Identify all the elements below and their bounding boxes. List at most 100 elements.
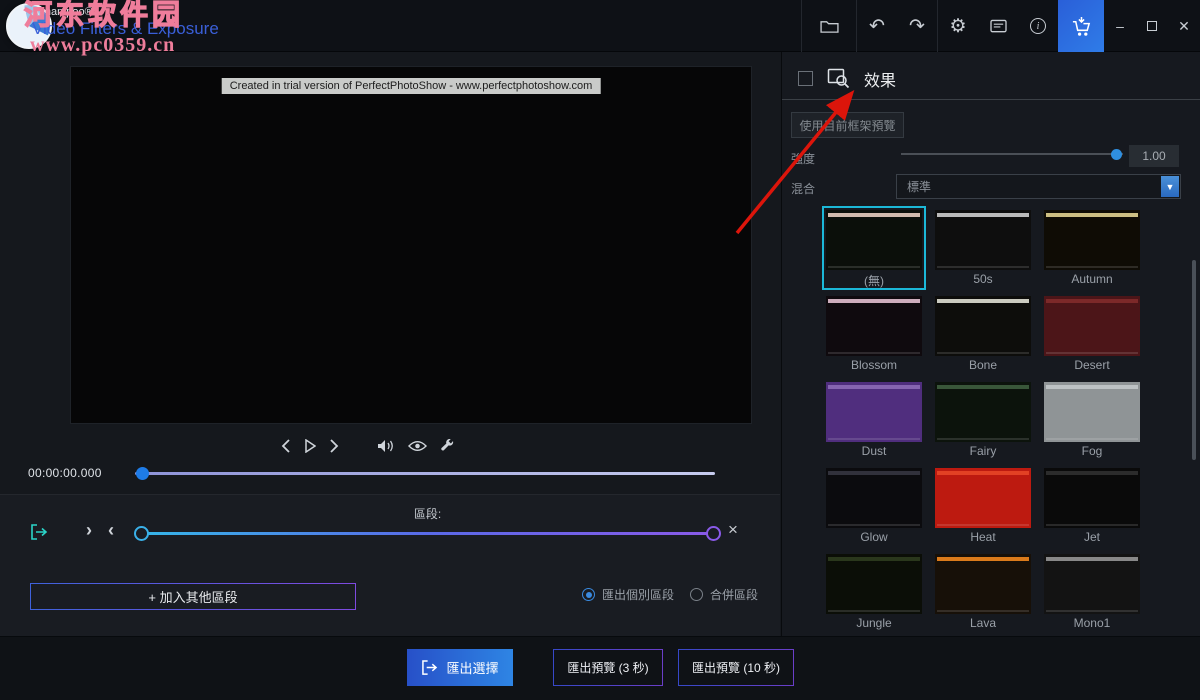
effect-thumbnail (826, 382, 922, 442)
seek-thumb[interactable] (136, 467, 149, 480)
effect-label: Fog (1044, 444, 1140, 458)
note-icon (990, 19, 1007, 34)
strength-slider[interactable] (901, 146, 1123, 162)
effect-item[interactable]: Dust (822, 378, 926, 462)
footer-bar: 匯出選擇 匯出預覽 (3 秒) 匯出預覽 (10 秒) (0, 636, 1200, 700)
maximize-icon (1147, 21, 1157, 31)
play-button[interactable] (304, 439, 316, 453)
effects-scrollbar[interactable] (1192, 260, 1196, 460)
effect-label: Glow (826, 530, 922, 544)
effect-thumbnail (1044, 382, 1140, 442)
use-current-frame-button[interactable]: 使用目前框架預覽 (791, 112, 904, 138)
effect-label: Desert (1044, 358, 1140, 372)
redo-button[interactable]: ↷ (897, 0, 937, 52)
effect-item[interactable]: Desert (1040, 292, 1144, 376)
volume-button[interactable] (377, 439, 395, 453)
settings-button[interactable]: ⚙ (938, 0, 978, 52)
effects-enable-checkbox[interactable] (798, 71, 813, 86)
effects-panel-header: 效果 (782, 58, 1200, 100)
segments-title: 區段: (135, 505, 720, 522)
radio-dot-icon (582, 588, 595, 601)
info-icon: i (1030, 18, 1046, 34)
trial-banner: Created in trial version of PerfectPhoto… (222, 78, 601, 94)
blend-select[interactable]: 標準 ▼ (896, 174, 1181, 199)
radio-export-individual[interactable]: 匯出個別區段 (582, 586, 674, 603)
export-preview-3s-button[interactable]: 匯出預覽 (3 秒) (553, 649, 663, 686)
effect-label: Blossom (826, 358, 922, 372)
effect-item[interactable]: Fog (1040, 378, 1144, 462)
info-button[interactable]: i (1018, 0, 1058, 52)
effects-panel: 效果 使用目前框架預覽 強度 1.00 混合 標準 ▼ (無) (781, 52, 1200, 636)
effect-label: Bone (935, 358, 1031, 372)
export-selection-button[interactable]: 匯出選擇 (407, 649, 513, 686)
effect-item[interactable]: Jungle (822, 550, 926, 634)
maximize-button[interactable] (1136, 0, 1168, 52)
undo-icon: ↶ (869, 15, 885, 38)
redo-icon: ↷ (909, 15, 925, 38)
effect-item[interactable]: 50s (931, 206, 1035, 290)
effect-label: 50s (935, 272, 1031, 286)
effect-item[interactable]: Blossom (822, 292, 926, 376)
store-cart-button[interactable] (1058, 0, 1104, 52)
export-preview-10s-button[interactable]: 匯出預覽 (10 秒) (678, 649, 794, 686)
chevron-right-icon: › (86, 520, 92, 540)
effect-label: Jungle (826, 616, 922, 630)
close-button[interactable]: ✕ (1168, 0, 1200, 52)
effect-item[interactable]: Glow (822, 464, 926, 548)
radio-merge-segments[interactable]: 合併區段 (690, 586, 758, 603)
add-segment-button[interactable]: + 加入其他區段 (30, 583, 356, 610)
effects-panel-title: 效果 (864, 67, 896, 91)
effect-thumbnail (826, 210, 922, 270)
seek-slider[interactable] (135, 466, 715, 481)
effect-item[interactable]: Fairy (931, 378, 1035, 462)
effect-thumb-strip (1046, 471, 1138, 475)
strength-thumb[interactable] (1111, 149, 1122, 160)
effect-preview-icon (827, 68, 850, 89)
trim-in-button[interactable]: › (86, 521, 92, 539)
effect-item[interactable]: (無) (822, 206, 926, 290)
effect-thumb-strip (937, 213, 1029, 217)
effect-thumb-strip (828, 385, 920, 389)
remove-segment-button[interactable]: × (728, 521, 738, 538)
video-preview: Created in trial version of PerfectPhoto… (70, 66, 752, 424)
segment-range-slider[interactable] (135, 525, 720, 542)
effect-thumb-strip (1046, 213, 1138, 217)
effect-thumbnail (935, 296, 1031, 356)
strength-track (901, 153, 1123, 155)
previous-frame-button[interactable] (281, 439, 291, 453)
blend-label: 混合 (791, 180, 815, 197)
effect-thumb-strip (937, 557, 1029, 561)
effect-label: Mono1 (1044, 616, 1140, 630)
effect-item[interactable]: Jet (1040, 464, 1144, 548)
effect-label: Fairy (935, 444, 1031, 458)
tools-button[interactable] (440, 439, 455, 454)
effect-label: (無) (826, 272, 922, 289)
effect-label: Autumn (1044, 272, 1140, 286)
effect-thumb-strip (1046, 299, 1138, 303)
effect-item[interactable]: Autumn (1040, 206, 1144, 290)
minimize-icon: – (1116, 18, 1124, 34)
effect-item[interactable]: Heat (931, 464, 1035, 548)
undo-button[interactable]: ↶ (857, 0, 897, 52)
effect-item[interactable]: Mono1 (1040, 550, 1144, 634)
preview-toggle-button[interactable] (408, 440, 427, 452)
effect-thumb-strip (1046, 385, 1138, 389)
open-project-button[interactable] (802, 0, 856, 52)
feedback-button[interactable] (978, 0, 1018, 52)
effect-item[interactable]: Bone (931, 292, 1035, 376)
radio-label: 匯出個別區段 (602, 586, 674, 603)
export-selection-label: 匯出選擇 (446, 658, 498, 677)
segment-start-handle[interactable] (134, 526, 149, 541)
effect-label: Heat (935, 530, 1031, 544)
effect-label: Lava (935, 616, 1031, 630)
segment-export-icon (30, 524, 48, 545)
trim-out-button[interactable]: ‹ (108, 521, 114, 539)
segment-end-handle[interactable] (706, 526, 721, 541)
title-block: Ashampoo® Video Filters & Exposure (32, 6, 219, 39)
minimize-button[interactable]: – (1104, 0, 1136, 52)
close-icon: ✕ (1178, 18, 1190, 35)
effect-item[interactable]: Lava (931, 550, 1035, 634)
effect-thumb-strip (828, 471, 920, 475)
effect-thumbnail (935, 554, 1031, 614)
next-frame-button[interactable] (329, 439, 339, 453)
